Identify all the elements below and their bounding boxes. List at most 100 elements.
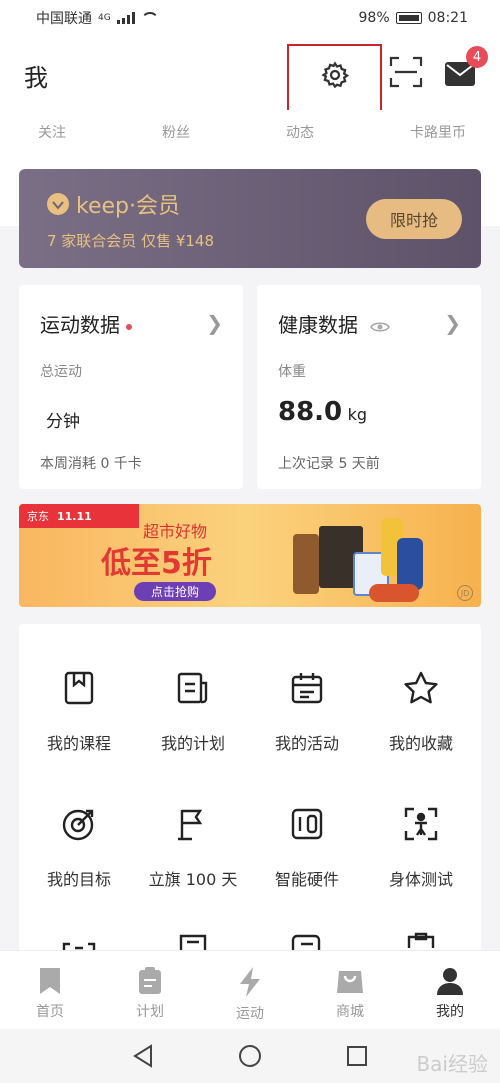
heart-shield-icon xyxy=(47,193,69,215)
calendar-icon xyxy=(291,673,323,704)
carrier-label: 中国联通 xyxy=(36,11,92,27)
clipboard-partial-icon xyxy=(407,932,435,948)
tab-label: 运动 xyxy=(236,1006,264,1022)
grid-label: 我的收藏 xyxy=(388,734,453,753)
sports-data-title: 运动数据 xyxy=(40,309,132,338)
card-partial-icon xyxy=(291,934,321,950)
tab-sports[interactable]: 运动 xyxy=(200,951,300,1029)
bookmark-icon xyxy=(64,671,94,705)
grid-label: 我的计划 xyxy=(160,734,225,753)
tab-me[interactable]: 我的 xyxy=(400,951,500,1029)
grid-item-body-test[interactable]: 身体测试 xyxy=(364,770,478,889)
system-nav-bar: Bai经验 xyxy=(0,1029,500,1083)
promo-banner[interactable]: 京东 11.11 超市好物 低至5折 点击抢购 JD xyxy=(19,504,481,607)
unread-dot xyxy=(126,323,132,330)
messages-button[interactable]: 4 xyxy=(444,46,488,88)
page-title: 我 xyxy=(24,64,48,92)
target-icon xyxy=(62,809,94,841)
battery-icon xyxy=(395,12,422,24)
status-right: 98% 08:21 xyxy=(359,10,468,26)
vip-brand: keep·会员 xyxy=(76,194,180,219)
jd-logo: JD xyxy=(457,585,473,601)
status-bar: 中国联通 4G 98% 08:21 xyxy=(0,0,500,36)
grid-item-plans[interactable]: 我的计划 xyxy=(136,634,250,753)
sports-data-footer: 本周消耗 0 千卡 xyxy=(40,456,142,472)
tab-label: 商城 xyxy=(336,1004,364,1020)
vip-buy-button[interactable]: 限时抢 xyxy=(366,199,462,239)
banner-shop: 京东 xyxy=(27,510,49,523)
banner-event: 11.11 xyxy=(57,509,92,523)
scan-button[interactable] xyxy=(389,56,423,88)
health-data-footer: 上次记录 5 天前 xyxy=(278,456,380,472)
user-icon xyxy=(437,968,463,995)
star-icon xyxy=(404,671,438,704)
grid-item-courses[interactable]: 我的课程 xyxy=(22,634,136,753)
device-icon xyxy=(291,808,323,840)
shopping-bag-icon xyxy=(337,971,363,993)
wifi-icon xyxy=(140,12,159,24)
grid-label: 立旗 100 天 xyxy=(148,870,238,889)
watermark: Bai经验 xyxy=(416,1052,488,1076)
eye-icon[interactable] xyxy=(370,320,391,334)
grid-label: 我的课程 xyxy=(46,734,111,753)
banner-products-image xyxy=(293,512,443,604)
status-left: 中国联通 4G xyxy=(36,8,159,28)
grid-item-activities[interactable]: 我的活动 xyxy=(250,634,364,753)
health-data-title: 健康数据 xyxy=(278,309,391,338)
weight-value: 88.0 xyxy=(278,397,343,427)
plan-icon xyxy=(177,672,208,704)
stat-calorie-coins[interactable]: 卡路里币 xyxy=(410,122,466,142)
chevron-right-icon: ❯ xyxy=(206,311,223,335)
home-icon[interactable] xyxy=(238,1044,262,1068)
bookmark-tab-icon xyxy=(40,968,60,994)
body-scan-icon xyxy=(404,807,438,841)
stat-followers[interactable]: 粉丝 xyxy=(162,122,190,142)
tab-plan[interactable]: 计划 xyxy=(100,951,200,1029)
stat-following[interactable]: 关注 xyxy=(38,122,66,142)
clipboard-icon xyxy=(139,967,161,994)
signal-icon xyxy=(116,12,135,24)
vip-card[interactable]: keep·会员 7 家联合会员 仅售 ¥148 限时抢 xyxy=(19,169,481,268)
vip-subtitle: 7 家联合会员 仅售 ¥148 xyxy=(47,232,215,250)
grid-item-goals[interactable]: 我的目标 xyxy=(22,770,136,889)
tab-store[interactable]: 商城 xyxy=(300,951,400,1029)
battery-percent: 98% xyxy=(358,10,390,26)
grid-label: 我的活动 xyxy=(274,734,339,753)
notification-badge: 4 xyxy=(466,46,488,68)
network-type: 4G xyxy=(98,13,111,23)
health-data-label: 体重 xyxy=(278,364,306,380)
header: 我 4 xyxy=(0,36,500,122)
tab-label: 首页 xyxy=(36,1004,64,1020)
banner-ribbon: 京东 11.11 xyxy=(19,504,139,528)
vip-logo: keep·会员 xyxy=(46,188,180,220)
grid-item-flag-100-days[interactable]: 立旗 100 天 xyxy=(136,770,250,889)
scan-icon xyxy=(389,56,423,88)
sports-data-value: 分钟 xyxy=(46,412,80,432)
document-partial-icon xyxy=(179,934,207,950)
banner-buy-button[interactable]: 点击抢购 xyxy=(134,582,216,601)
sports-data-label: 总运动 xyxy=(40,364,82,380)
grid-label: 智能硬件 xyxy=(274,870,339,889)
gear-icon xyxy=(320,61,349,89)
tab-label: 计划 xyxy=(136,1004,164,1020)
health-data-card[interactable]: 健康数据 ❯ 体重 88.0 kg 上次记录 5 天前 xyxy=(257,285,481,489)
stats-row: 关注 粉丝 动态 卡路里币 xyxy=(0,110,500,154)
tab-label: 我的 xyxy=(436,1004,464,1020)
tools-grid: 我的课程 我的计划 我的活动 我的收藏 我的目标 立旗 100 天 智能硬件 身… xyxy=(19,624,481,964)
grid-item-favorites[interactable]: 我的收藏 xyxy=(364,634,478,753)
weight-readout: 88.0 kg xyxy=(278,397,367,427)
lightning-icon xyxy=(240,967,260,997)
recents-icon[interactable] xyxy=(346,1045,368,1067)
chevron-right-icon: ❯ xyxy=(444,311,461,335)
grid-label: 我的目标 xyxy=(46,870,111,889)
grid-label: 身体测试 xyxy=(388,870,453,889)
stat-posts[interactable]: 动态 xyxy=(286,122,314,142)
banner-headline: 低至5折 xyxy=(101,546,212,581)
tab-home[interactable]: 首页 xyxy=(0,951,100,1029)
back-icon[interactable] xyxy=(132,1044,154,1068)
grid-item-smart-hardware[interactable]: 智能硬件 xyxy=(250,770,364,889)
weight-unit: kg xyxy=(347,405,367,424)
bottom-tab-bar: 首页 计划 运动 商城 我的 xyxy=(0,950,500,1029)
clock: 08:21 xyxy=(427,10,468,26)
sports-data-card[interactable]: 运动数据 ❯ 总运动 分钟 本周消耗 0 千卡 xyxy=(19,285,243,489)
